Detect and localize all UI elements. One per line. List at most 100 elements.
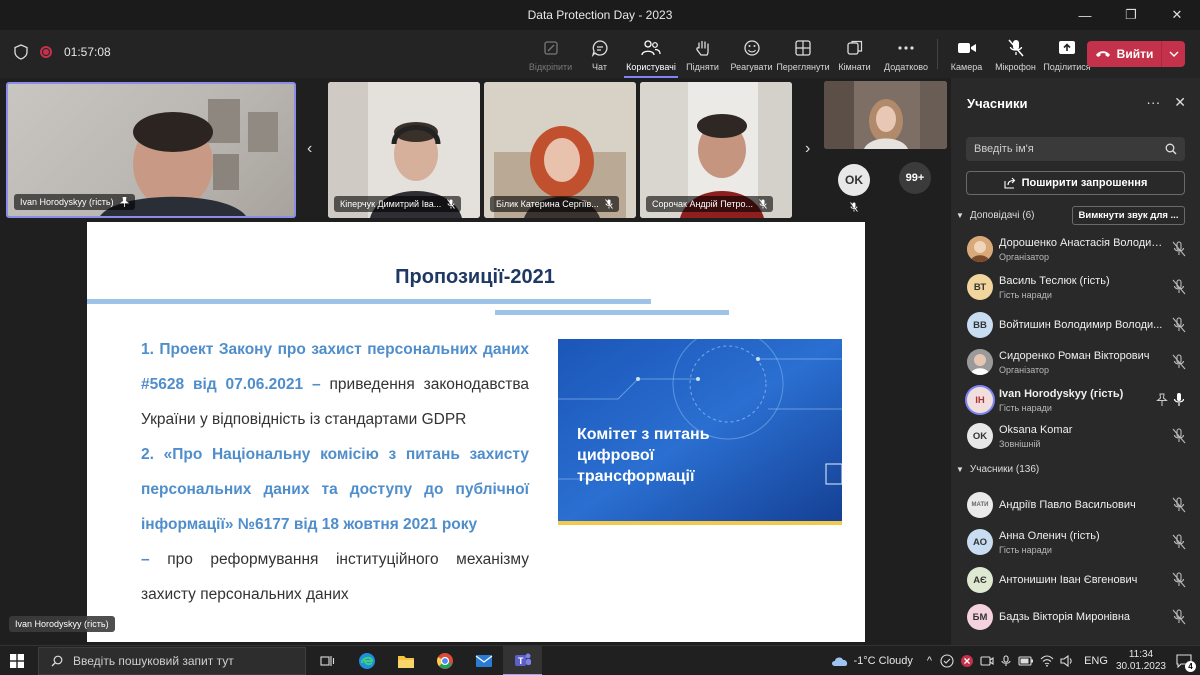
unpin-button[interactable]: Відкріпити bbox=[526, 30, 575, 78]
more-button[interactable]: Додатково bbox=[879, 30, 933, 78]
participant-name: Кіперчук Димитрий Іва... bbox=[340, 199, 442, 209]
participant-name: Сидоренко Роман Вікторович bbox=[999, 350, 1150, 362]
mic-button[interactable]: Мікрофон bbox=[991, 30, 1040, 78]
mic-off-icon bbox=[1172, 609, 1186, 625]
mic-off-icon bbox=[1172, 279, 1186, 295]
meeting-timer: 01:57:08 bbox=[64, 45, 111, 59]
share-invite-button[interactable]: Поширити запрошення bbox=[966, 171, 1185, 195]
pin-icon bbox=[119, 197, 129, 207]
pin-icon[interactable] bbox=[1156, 393, 1168, 407]
react-button[interactable]: Реагувати bbox=[727, 30, 776, 78]
battery-icon[interactable] bbox=[1018, 655, 1034, 667]
video-tile-small[interactable] bbox=[824, 81, 947, 149]
share-label: Поділитися bbox=[1043, 62, 1091, 72]
video-name-tag: Сорочак Андрій Петро... bbox=[646, 196, 774, 212]
video-tile[interactable]: Сорочак Андрій Петро... bbox=[640, 82, 792, 218]
windows-logo-icon bbox=[10, 654, 24, 668]
raise-hand-button[interactable]: Підняти bbox=[678, 30, 727, 78]
notification-center[interactable]: 4 bbox=[1174, 650, 1196, 672]
participant-row[interactable]: Сидоренко Роман Вікторович Організатор bbox=[951, 345, 1200, 381]
view-button[interactable]: Переглянути bbox=[776, 30, 830, 78]
participant-name: Василь Теслюк (гість) bbox=[999, 275, 1110, 287]
more-label: Додатково bbox=[884, 62, 928, 72]
edge-icon[interactable] bbox=[347, 646, 386, 675]
participant-row-active[interactable]: IH Ivan Horodyskyy (гість) Гість наради bbox=[951, 383, 1200, 419]
wifi-icon[interactable] bbox=[1040, 655, 1054, 667]
participants-panel: Учасники ··· ✕ Поширити запрошення ▼ Доп… bbox=[951, 78, 1200, 645]
tray-overflow-icon[interactable]: ^ bbox=[927, 655, 932, 667]
mic-tray-icon[interactable] bbox=[1000, 655, 1012, 667]
leave-options-button[interactable] bbox=[1161, 41, 1185, 67]
prev-video-arrow[interactable]: ‹ bbox=[307, 140, 312, 158]
presenter-name-tag: Ivan Horodyskyy (гість) bbox=[9, 616, 115, 632]
window-title: Data Protection Day - 2023 bbox=[527, 8, 673, 22]
next-video-arrow[interactable]: › bbox=[805, 140, 810, 158]
avatar: ВТ bbox=[967, 274, 993, 300]
chrome-icon[interactable] bbox=[425, 646, 464, 675]
participant-name: Андріїв Павло Васильович bbox=[999, 499, 1136, 511]
participant-row[interactable]: АО Анна Оленич (гість) Гість наради bbox=[951, 525, 1200, 561]
mute-all-button[interactable]: Вимкнути звук для ... bbox=[1072, 206, 1185, 225]
video-tile[interactable]: Білик Катерина Сергіїв... bbox=[484, 82, 636, 218]
more-participants-badge[interactable]: 99+ bbox=[899, 162, 931, 194]
camera-button[interactable]: Камера bbox=[942, 30, 991, 78]
rooms-label: Кімнати bbox=[838, 62, 871, 72]
participant-role: Зовнішній bbox=[999, 439, 1041, 449]
people-button[interactable]: Користувачі bbox=[624, 30, 678, 78]
security-icon[interactable] bbox=[940, 654, 954, 668]
chat-button[interactable]: Чат bbox=[575, 30, 624, 78]
presenters-section-header[interactable]: ▼ Доповідачі (6) bbox=[956, 210, 1035, 221]
camera-icon bbox=[957, 38, 977, 58]
participant-row[interactable]: ВТ Василь Теслюк (гість) Гість наради bbox=[951, 270, 1200, 306]
slide-body: 1. Проект Закону про захист персональних… bbox=[141, 332, 529, 612]
leave-main[interactable]: Вийти bbox=[1087, 47, 1161, 61]
stop-icon[interactable] bbox=[960, 654, 974, 668]
more-options-icon[interactable]: ··· bbox=[1146, 94, 1160, 111]
clock[interactable]: 11:34 30.01.2023 bbox=[1116, 649, 1166, 673]
rooms-button[interactable]: Кімнати bbox=[830, 30, 879, 78]
participant-avatar[interactable]: OK bbox=[838, 164, 870, 196]
slide-item-2-dash: – bbox=[141, 551, 150, 568]
attendees-section-header[interactable]: ▼ Учасники (136) bbox=[956, 464, 1039, 475]
participant-row[interactable]: МАТИ Андріїв Павло Васильович bbox=[951, 488, 1200, 524]
taskbar-search[interactable]: Введіть пошуковий запит тут bbox=[38, 647, 306, 675]
task-view-icon[interactable] bbox=[308, 646, 347, 675]
participant-row[interactable]: АЄ Антонишин Іван Євгенович bbox=[951, 563, 1200, 599]
avatar: ВВ bbox=[967, 312, 993, 338]
participant-row[interactable]: Дорошенко Анастасія Володим... Організат… bbox=[951, 232, 1200, 268]
close-icon[interactable]: ✕ bbox=[1174, 94, 1186, 111]
participant-row[interactable]: OK Oksana Komar Зовнішній bbox=[951, 419, 1200, 455]
avatar-photo bbox=[967, 349, 993, 375]
participant-search[interactable] bbox=[966, 137, 1185, 161]
file-explorer-icon[interactable] bbox=[386, 646, 425, 675]
maximize-button[interactable]: ❐ bbox=[1108, 0, 1154, 30]
participant-row[interactable]: БМ Бадзь Вікторія Миронівна bbox=[951, 600, 1200, 636]
start-button[interactable] bbox=[10, 654, 24, 673]
smiley-icon bbox=[742, 38, 762, 58]
input-language[interactable]: ENG bbox=[1084, 655, 1108, 667]
volume-icon[interactable] bbox=[1060, 655, 1074, 667]
share-button[interactable]: Поділитися bbox=[1040, 30, 1094, 78]
video-tile-pinned[interactable]: Ivan Horodyskyy (гість) bbox=[6, 82, 296, 218]
slide-item-2-text: про реформування інституційного механізм… bbox=[141, 551, 529, 603]
avatar: IH bbox=[967, 387, 993, 413]
close-window-button[interactable]: ✕ bbox=[1154, 0, 1200, 30]
mic-off-icon bbox=[604, 199, 613, 209]
leave-label: Вийти bbox=[1116, 47, 1154, 61]
search-input[interactable] bbox=[974, 143, 1154, 155]
minimize-button[interactable]: — bbox=[1062, 0, 1108, 30]
participant-row[interactable]: ВВ Войтишин Володимир Володи... bbox=[951, 308, 1200, 344]
shared-content-stage: Пропозиції-2021 1. Проект Закону про зах… bbox=[0, 221, 950, 645]
leave-button[interactable]: Вийти bbox=[1087, 41, 1185, 67]
weather-text[interactable]: -1°C Cloudy bbox=[854, 655, 913, 667]
unpin-icon bbox=[541, 38, 561, 58]
presentation-slide: Пропозиції-2021 1. Проект Закону про зах… bbox=[87, 222, 865, 642]
system-tray: -1°C Cloudy ^ ENG 11:34 30.01.2023 4 bbox=[830, 646, 1200, 675]
mail-icon[interactable] bbox=[464, 646, 503, 675]
camera-tray-icon[interactable] bbox=[980, 655, 994, 667]
hangup-icon bbox=[1095, 51, 1110, 57]
mic-off-icon bbox=[1172, 572, 1186, 588]
teams-icon[interactable]: T bbox=[503, 646, 542, 675]
video-tile[interactable]: Кіперчук Димитрий Іва... bbox=[328, 82, 480, 218]
recording-icon bbox=[40, 46, 52, 58]
